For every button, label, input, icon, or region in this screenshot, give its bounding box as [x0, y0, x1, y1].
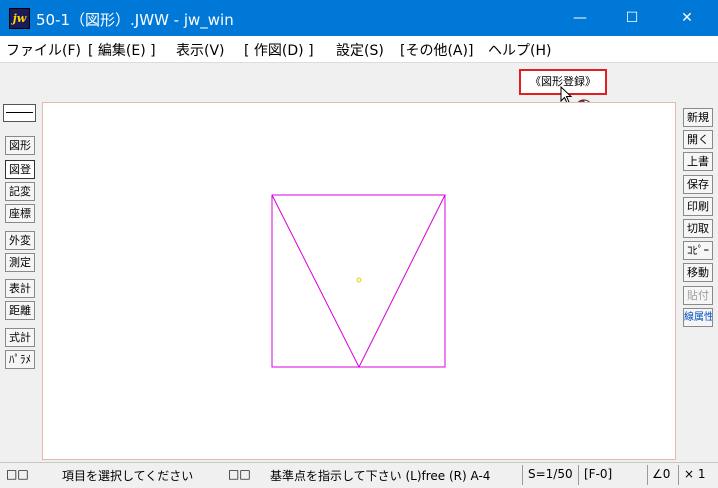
status-hint: 基準点を指示して下さい (L)free (R) A-4 [270, 469, 491, 483]
tool-measure[interactable]: 測定 [5, 253, 35, 272]
menu-edit[interactable]: [ 編集(E) ] [88, 40, 156, 60]
tool-formula-calc[interactable]: 式計 [5, 328, 35, 347]
status-divider [578, 465, 579, 485]
tool-paste[interactable]: 貼付 [683, 286, 713, 305]
menu-view[interactable]: 表示(V) [176, 40, 225, 60]
menu-draw[interactable]: [ 作図(D) ] [244, 40, 314, 60]
menu-file[interactable]: ファイル(F) [6, 40, 81, 60]
zoom-indicator[interactable]: × 1 [684, 467, 706, 481]
tool-open[interactable]: 開く [683, 130, 713, 149]
tool-distance[interactable]: 距離 [5, 301, 35, 320]
layer-indicator[interactable]: [F-0] [584, 467, 612, 481]
line-style-box[interactable] [3, 104, 36, 122]
tool-external-convert[interactable]: 外変 [5, 231, 35, 250]
tool-symbol-convert[interactable]: 記変 [5, 182, 35, 201]
tool-move[interactable]: 移動 [683, 263, 713, 282]
title-bar: jw 50-1（図形）.JWW - jw_win — ☐ ✕ [0, 0, 718, 36]
tool-overwrite[interactable]: 上書 [683, 152, 713, 171]
status-divider [678, 465, 679, 485]
menu-bar: ファイル(F) [ 編集(E) ] 表示(V) [ 作図(D) ] 設定(S) … [0, 36, 718, 62]
status-icon-b: □□ [228, 467, 251, 481]
status-divider [522, 465, 523, 485]
tool-coordinates[interactable]: 座標 [5, 204, 35, 223]
tool-line-attributes[interactable]: 線属性 [683, 308, 713, 327]
scale-indicator[interactable]: S=1/50 [528, 467, 573, 481]
tool-copy[interactable]: ｺﾋﾟｰ [683, 241, 713, 260]
menu-help[interactable]: ヘルプ(H) [488, 40, 551, 60]
window-title: 50-1（図形）.JWW - jw_win [36, 11, 234, 29]
tool-parametric[interactable]: ﾊﾟﾗﾒ [5, 350, 35, 369]
tool-print[interactable]: 印刷 [683, 197, 713, 216]
tool-table-calc[interactable]: 表計 [5, 279, 35, 298]
status-icon-a: □□ [6, 467, 29, 481]
menu-other[interactable]: [その他(A)] [400, 40, 473, 60]
reference-point-marker [356, 277, 362, 283]
drawing-canvas[interactable] [42, 102, 676, 460]
square-outline [271, 194, 446, 368]
tool-figure[interactable]: 図形 [5, 136, 35, 155]
tool-save[interactable]: 保存 [683, 175, 713, 194]
status-message: 項目を選択してください [62, 469, 194, 483]
jw-app-icon[interactable]: jw [9, 8, 30, 29]
control-toolbar: 《図形登録》 [0, 62, 718, 97]
angle-indicator[interactable]: ∠0 [652, 467, 670, 481]
maximize-button[interactable]: ☐ [609, 0, 655, 36]
menu-settings[interactable]: 設定(S) [336, 40, 384, 60]
right-tool-palette: 新規 開く 上書 保存 印刷 切取 ｺﾋﾟｰ 移動 貼付 線属性 [678, 98, 718, 461]
left-tool-palette: 図形 図登 記変 座標 外変 測定 表計 距離 式計 ﾊﾟﾗﾒ [0, 98, 40, 461]
solid-line-icon [6, 112, 33, 113]
tool-figure-register[interactable]: 図登 [5, 160, 35, 179]
v-shape-lines [271, 194, 446, 369]
status-divider [647, 465, 648, 485]
tool-new[interactable]: 新規 [683, 108, 713, 127]
status-bar: □□ 項目を選択してください □□ 基準点を指示して下さい (L)free (R… [0, 462, 718, 488]
minimize-button[interactable]: — [557, 0, 603, 36]
tool-cut[interactable]: 切取 [683, 219, 713, 238]
close-button[interactable]: ✕ [664, 0, 710, 36]
